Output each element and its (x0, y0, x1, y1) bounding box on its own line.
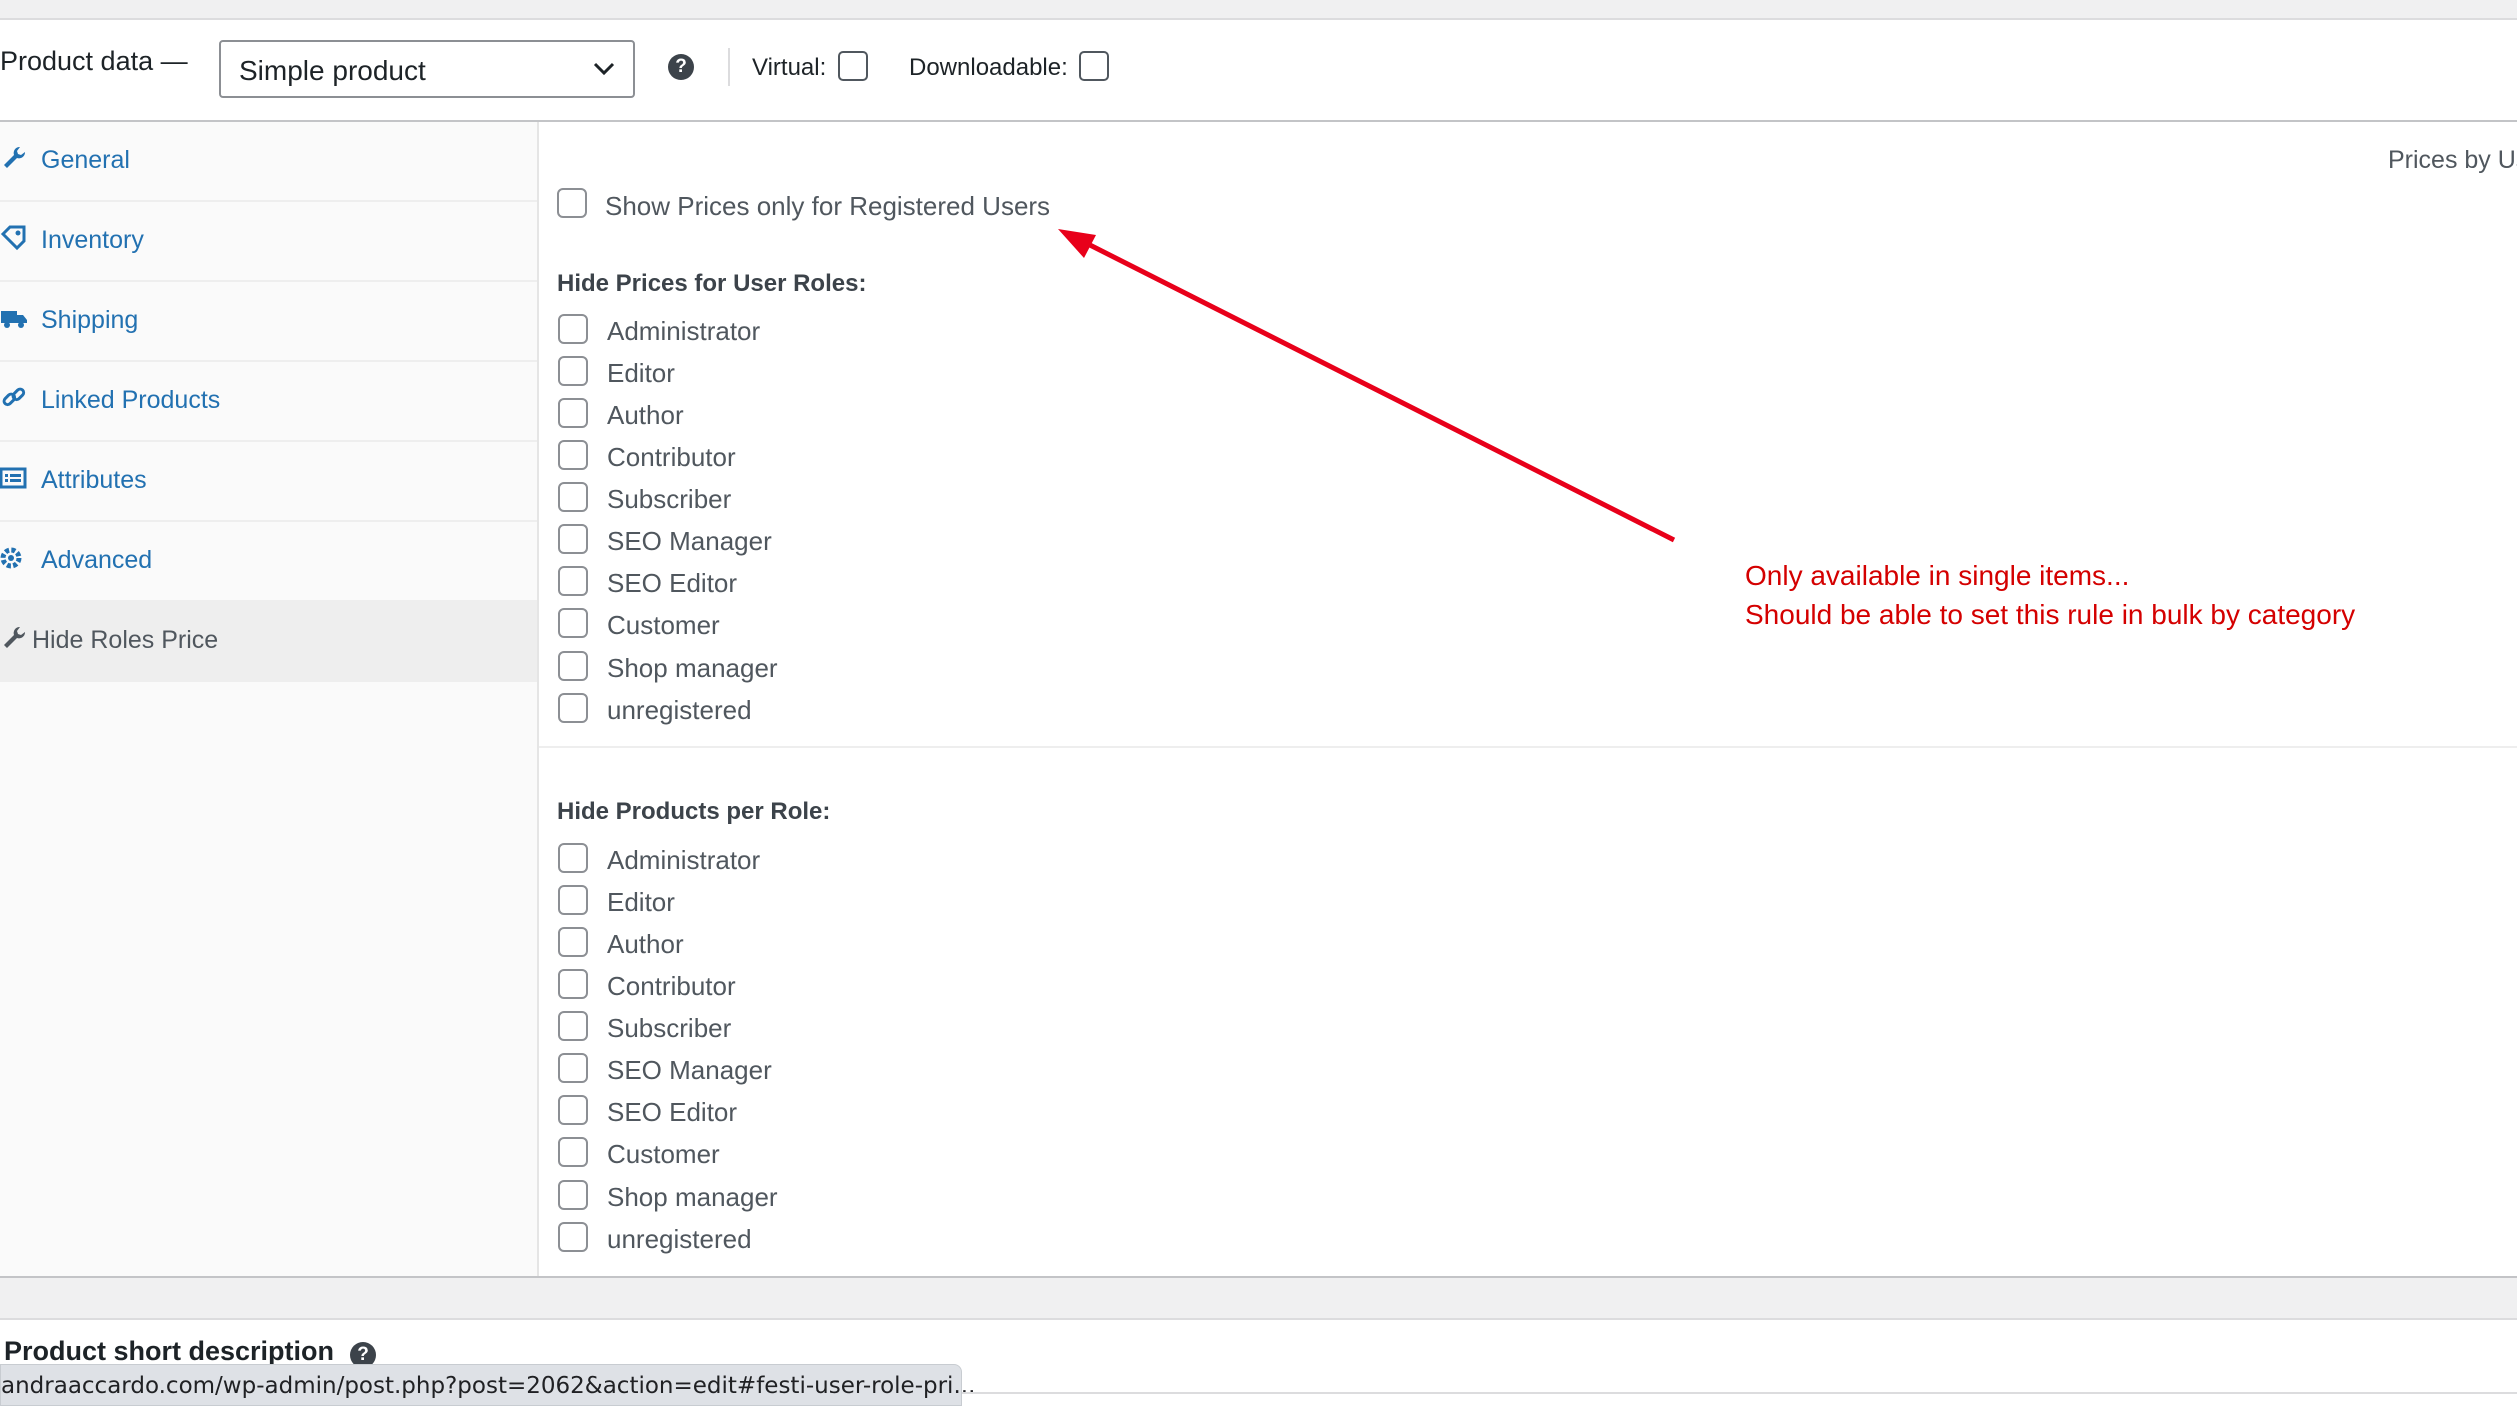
role-checkbox[interactable] (558, 440, 588, 470)
product-data-tabs: General Inventory Shipping Linked Produc… (0, 122, 539, 1276)
role-checkbox[interactable] (558, 566, 588, 596)
role-checkbox[interactable] (558, 843, 588, 873)
registered-users-label: Show Prices only for Registered Users (605, 191, 1051, 221)
role-checkbox[interactable] (558, 1137, 588, 1167)
tab-label: Inventory (41, 226, 144, 254)
bottom-strip (0, 1276, 2517, 1320)
product-data-header: Product data — Simple product ? Virtual:… (0, 20, 2517, 122)
role-checkbox[interactable] (558, 651, 588, 681)
role-label: SEO Manager (607, 526, 772, 556)
virtual-checkbox[interactable] (838, 51, 868, 81)
tab-general[interactable]: General (0, 122, 537, 202)
tab-label: General (41, 146, 130, 174)
product-data-title: Product data — (0, 46, 188, 76)
role-label: Administrator (607, 316, 761, 346)
tab-hide-roles-price[interactable]: Hide Roles Price (0, 602, 537, 682)
role-checkbox[interactable] (558, 969, 588, 999)
wrench-icon (4, 626, 26, 648)
role-checkbox[interactable] (558, 482, 588, 512)
role-checkbox[interactable] (558, 693, 588, 723)
tab-shipping[interactable]: Shipping (0, 282, 537, 362)
browser-status-bar: andraaccardo.com/wp-admin/post.php?post=… (0, 1364, 975, 1406)
wrench-icon (4, 146, 26, 168)
product-type-value: Simple product (239, 55, 426, 86)
downloadable-checkbox[interactable] (1079, 51, 1109, 81)
product-type-select[interactable]: Simple product (219, 40, 635, 98)
tab-label: Linked Products (41, 386, 221, 414)
role-checkbox[interactable] (558, 885, 588, 915)
truck-icon (1, 311, 27, 328)
tab-attributes[interactable]: Attributes (0, 442, 537, 522)
role-checkbox[interactable] (558, 1095, 588, 1125)
role-label: Editor (607, 358, 675, 388)
role-label: Author (607, 929, 684, 959)
role-label: Editor (607, 887, 675, 917)
role-label: Subscriber (607, 484, 732, 514)
virtual-label: Virtual: (752, 54, 827, 81)
registered-users-checkbox[interactable] (557, 188, 587, 218)
role-label: unregistered (607, 695, 752, 725)
header-separator (728, 48, 730, 86)
gear-icon (0, 547, 22, 569)
role-label: unregistered (607, 1224, 752, 1254)
role-checkbox[interactable] (558, 1180, 588, 1210)
role-label: Shop manager (607, 1182, 778, 1212)
hide-prices-heading: Hide Prices for User Roles: (557, 270, 867, 297)
tab-inventory[interactable]: Inventory (0, 202, 537, 282)
role-label: SEO Manager (607, 1055, 772, 1085)
role-checkbox[interactable] (558, 927, 588, 957)
role-checkbox[interactable] (558, 1222, 588, 1252)
list-icon (0, 467, 27, 489)
role-label: Author (607, 400, 684, 430)
panel-title: Prices by Us (2388, 146, 2517, 174)
role-checkbox[interactable] (558, 1011, 588, 1041)
tab-label: Hide Roles Price (32, 626, 219, 654)
role-label: Administrator (607, 845, 761, 875)
downloadable-label: Downloadable: (909, 54, 1068, 81)
tab-linked-products[interactable]: Linked Products (0, 362, 537, 442)
role-checkbox[interactable] (558, 356, 588, 386)
role-checkbox[interactable] (558, 608, 588, 638)
annotation-line-1: Only available in single items... (1745, 560, 2130, 591)
question-circle-icon[interactable]: ? (668, 54, 694, 80)
bottom-line (962, 1392, 2517, 1394)
role-label: Customer (607, 1139, 720, 1169)
tab-label: Advanced (41, 546, 153, 574)
chevron-down-icon (593, 62, 615, 76)
short-description-title: Product short description (4, 1336, 335, 1366)
role-checkbox[interactable] (558, 314, 588, 344)
role-label: SEO Editor (607, 568, 738, 598)
top-strip (0, 0, 2517, 20)
link-icon (2, 387, 26, 407)
role-label: Subscriber (607, 1013, 732, 1043)
role-checkbox[interactable] (558, 398, 588, 428)
tag-icon (0, 225, 26, 251)
role-label: Customer (607, 610, 720, 640)
tab-label: Attributes (41, 466, 147, 494)
status-url: andraaccardo.com/wp-admin/post.php?post=… (1, 1373, 976, 1399)
role-checkbox[interactable] (558, 1053, 588, 1083)
role-label: Shop manager (607, 653, 778, 683)
tab-advanced[interactable]: Advanced (0, 522, 537, 602)
panel-divider (539, 746, 2517, 748)
role-checkbox[interactable] (558, 524, 588, 554)
annotation-line-2: Should be able to set this rule in bulk … (1745, 599, 2356, 630)
role-label: SEO Editor (607, 1097, 738, 1127)
tab-label: Shipping (41, 306, 139, 334)
role-label: Contributor (607, 442, 736, 472)
hide-products-heading: Hide Products per Role: (557, 798, 831, 825)
role-label: Contributor (607, 971, 736, 1001)
